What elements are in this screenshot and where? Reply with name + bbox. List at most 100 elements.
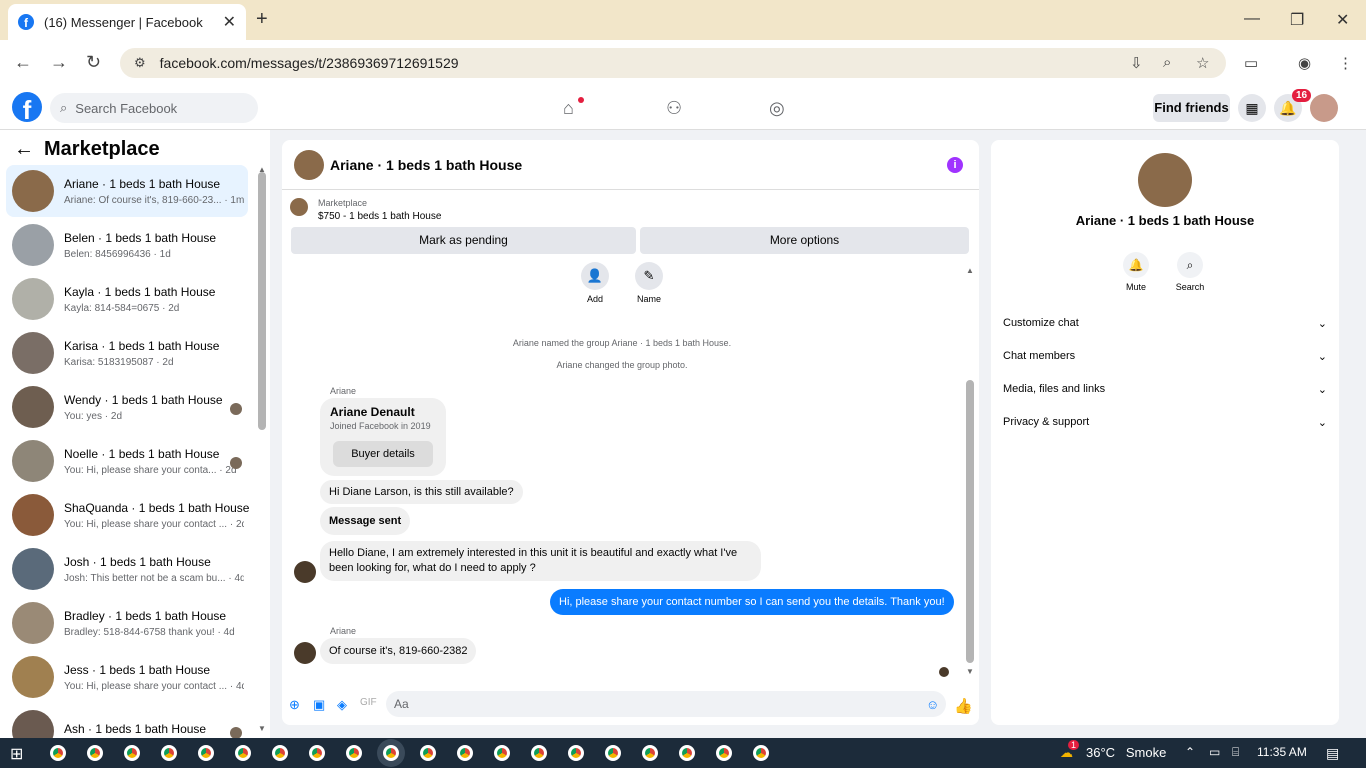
chrome-taskbar-icon[interactable] bbox=[309, 745, 325, 761]
home-icon[interactable]: ⌂ bbox=[563, 98, 574, 119]
groups-icon[interactable]: ◎ bbox=[769, 98, 785, 119]
new-tab-icon[interactable]: + bbox=[256, 8, 268, 31]
forward-icon[interactable]: → bbox=[50, 52, 68, 73]
message-input[interactable]: Aa bbox=[386, 691, 946, 717]
sender-avatar[interactable] bbox=[294, 561, 316, 583]
section-privacy-support[interactable]: Privacy & support ⌄ bbox=[1003, 416, 1327, 429]
conversation-item[interactable]: Ariane · 1 beds 1 bath House Ariane: Of c… bbox=[6, 165, 248, 217]
conversation-item[interactable]: Bradley · 1 beds 1 bath House Bradley: 51… bbox=[6, 597, 248, 649]
more-options-button[interactable]: More options bbox=[640, 227, 969, 254]
conversation-item[interactable]: Noelle · 1 beds 1 bath House You: Hi, ple… bbox=[6, 435, 248, 487]
conversation-item[interactable]: Wendy · 1 beds 1 bath House You: yes · 2d bbox=[6, 381, 248, 433]
chrome-taskbar-icon[interactable] bbox=[272, 745, 288, 761]
sticker-icon[interactable]: ◈ bbox=[337, 697, 347, 713]
chrome-taskbar-icon[interactable] bbox=[198, 745, 214, 761]
chrome-taskbar-icon[interactable] bbox=[235, 745, 251, 761]
scroll-down-icon[interactable]: ▼ bbox=[258, 724, 266, 733]
network-icon[interactable]: ⌸ bbox=[1232, 745, 1239, 760]
side-panel-icon[interactable]: ▭ bbox=[1244, 54, 1258, 72]
sidebar-scrollbar[interactable] bbox=[258, 172, 266, 430]
listing-title[interactable]: $750 - 1 beds 1 bath House bbox=[318, 211, 441, 222]
message-bubble[interactable]: Message sent bbox=[320, 507, 411, 535]
conversation-item[interactable]: Josh · 1 beds 1 bath House Josh: This bet… bbox=[6, 543, 248, 595]
gif-icon[interactable]: GIF bbox=[360, 697, 377, 708]
chrome-taskbar-icon[interactable] bbox=[679, 745, 695, 761]
taskbar-clock[interactable]: 11:35 AM bbox=[1257, 745, 1307, 759]
install-app-icon[interactable]: ⇩ bbox=[1130, 54, 1143, 72]
conversation-avatar[interactable] bbox=[1138, 153, 1192, 207]
chrome-taskbar-icon[interactable] bbox=[494, 745, 510, 761]
account-avatar[interactable] bbox=[1310, 94, 1338, 122]
chrome-taskbar-icon[interactable] bbox=[87, 745, 103, 761]
menu-grid-icon[interactable]: ▦ bbox=[1238, 94, 1266, 122]
section-customize-chat[interactable]: Customize chat ⌄ bbox=[1003, 317, 1327, 330]
conversation-item[interactable]: Belen · 1 beds 1 bath House Belen: 845699… bbox=[6, 219, 248, 271]
bookmark-star-icon[interactable]: ☆ bbox=[1196, 54, 1209, 72]
section-media-files-links[interactable]: Media, files and links ⌄ bbox=[1003, 383, 1327, 396]
chrome-taskbar-icon[interactable] bbox=[383, 745, 399, 761]
battery-icon[interactable]: ▭ bbox=[1209, 745, 1220, 759]
chrome-taskbar-icon[interactable] bbox=[346, 745, 362, 761]
info-icon[interactable]: i bbox=[947, 157, 963, 173]
back-arrow-icon[interactable]: ← bbox=[14, 138, 34, 161]
conversation-item[interactable]: Jess · 1 beds 1 bath House You: Hi, pleas… bbox=[6, 651, 248, 703]
chrome-taskbar-icon[interactable] bbox=[568, 745, 584, 761]
chrome-taskbar-icon[interactable] bbox=[457, 745, 473, 761]
reload-icon[interactable]: ↻ bbox=[86, 52, 101, 73]
facebook-logo-icon[interactable]: f bbox=[12, 92, 42, 122]
plus-icon[interactable]: ⊕ bbox=[289, 697, 300, 713]
tray-chevron-icon[interactable]: ⌃ bbox=[1185, 745, 1195, 759]
listing-thumbnail[interactable] bbox=[290, 198, 308, 216]
chrome-taskbar-icon[interactable] bbox=[161, 745, 177, 761]
chrome-taskbar-icon[interactable] bbox=[605, 745, 621, 761]
buyer-details-button[interactable]: Buyer details bbox=[333, 441, 433, 467]
notification-center-icon[interactable]: ▤ bbox=[1326, 745, 1339, 762]
photo-icon[interactable]: ▣ bbox=[313, 697, 325, 713]
chat-avatar[interactable] bbox=[294, 149, 324, 180]
address-bar[interactable]: ⚙ facebook.com/messages/t/23869369712691… bbox=[120, 48, 1226, 78]
chrome-taskbar-icon[interactable] bbox=[50, 745, 66, 761]
like-icon[interactable]: 👍 bbox=[954, 697, 973, 715]
conversation-item[interactable]: Karisa · 1 beds 1 bath House Karisa: 5183… bbox=[6, 327, 248, 379]
close-tab-icon[interactable]: ✕ bbox=[223, 12, 236, 32]
weather-widget[interactable]: 36°C Smoke bbox=[1086, 745, 1166, 760]
name-group-button[interactable]: ✎ Name bbox=[629, 262, 669, 304]
chrome-taskbar-icon[interactable] bbox=[124, 745, 140, 761]
message-bubble[interactable]: Of course it's, 819-660-2382 bbox=[320, 638, 477, 664]
facebook-search-input[interactable]: ⌕ Search Facebook bbox=[50, 93, 258, 123]
sender-avatar[interactable] bbox=[294, 642, 316, 664]
scroll-up-icon[interactable]: ▲ bbox=[258, 165, 266, 174]
profile-icon[interactable]: ◉ bbox=[1298, 54, 1311, 72]
zoom-icon[interactable]: ⌕ bbox=[1163, 54, 1171, 71]
windows-start-icon[interactable]: ⊞ bbox=[10, 744, 23, 764]
mark-as-pending-button[interactable]: Mark as pending bbox=[291, 227, 636, 254]
minimize-icon[interactable]: — bbox=[1244, 10, 1260, 28]
search-conversation-button[interactable]: ⌕ Search bbox=[1170, 252, 1210, 292]
message-bubble[interactable]: Hello Diane, I am extremely interested i… bbox=[320, 541, 761, 581]
site-info-icon[interactable]: ⚙ bbox=[134, 55, 146, 71]
section-chat-members[interactable]: Chat members ⌄ bbox=[1003, 350, 1327, 363]
close-window-icon[interactable]: ✕ bbox=[1336, 10, 1349, 30]
find-friends-button[interactable]: Find friends bbox=[1153, 94, 1230, 122]
conversation-item[interactable]: Kayla · 1 beds 1 bath House Kayla: 814-58… bbox=[6, 273, 248, 325]
conversation-item[interactable]: ShaQuanda · 1 beds 1 bath House You: Hi, … bbox=[6, 489, 249, 541]
restore-icon[interactable]: ❐ bbox=[1290, 10, 1304, 30]
chrome-taskbar-icon[interactable] bbox=[420, 745, 436, 761]
chat-scrollbar[interactable] bbox=[966, 380, 974, 663]
chrome-taskbar-icon[interactable] bbox=[531, 745, 547, 761]
friends-icon[interactable]: ⚇ bbox=[666, 98, 682, 119]
chat-scroll-down-icon[interactable]: ▼ bbox=[966, 667, 974, 676]
chrome-taskbar-icon[interactable] bbox=[716, 745, 732, 761]
mute-button[interactable]: 🔔 Mute bbox=[1116, 252, 1156, 292]
browser-tab[interactable]: f (16) Messenger | Facebook ✕ bbox=[8, 4, 246, 40]
back-icon[interactable]: ← bbox=[14, 52, 32, 73]
chat-title[interactable]: Ariane · 1 beds 1 bath House bbox=[330, 157, 522, 173]
emoji-icon[interactable]: ☺ bbox=[926, 697, 939, 712]
chrome-taskbar-icon[interactable] bbox=[753, 745, 769, 761]
browser-menu-icon[interactable]: ⋮ bbox=[1338, 54, 1353, 72]
add-people-button[interactable]: 👤 Add bbox=[575, 262, 615, 304]
message-bubble[interactable]: Hi Diane Larson, is this still available… bbox=[320, 480, 523, 504]
chat-scroll-up-icon[interactable]: ▲ bbox=[966, 266, 974, 275]
my-message-bubble[interactable]: Hi, please share your contact number so … bbox=[550, 589, 954, 615]
chrome-taskbar-icon[interactable] bbox=[642, 745, 658, 761]
